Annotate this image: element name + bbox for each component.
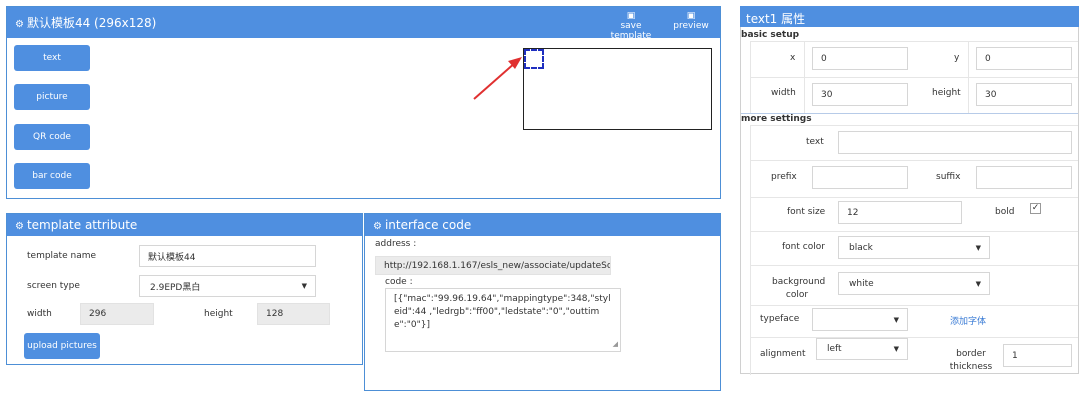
template-name-label: template name: [27, 251, 97, 261]
interface-code-title-text: interface code: [384, 218, 472, 232]
y-input[interactable]: 0: [976, 47, 1072, 70]
editor-panel: ⚙ 默认模板44 (296x128) ▣ save template ▣ prev…: [6, 6, 721, 199]
border-thickness-label-line1: border: [956, 349, 986, 359]
gear-icon: ⚙: [15, 19, 24, 30]
chevron-down-icon: ▼: [975, 243, 981, 252]
picture-tool-button[interactable]: picture: [14, 84, 90, 110]
divider: [750, 125, 1078, 126]
y-label: y: [954, 53, 960, 63]
width-field: 296: [80, 303, 154, 325]
template-canvas[interactable]: [523, 48, 712, 130]
screen-type-select[interactable]: 2.9EPD黑白 ▼: [139, 275, 316, 297]
bold-checkbox[interactable]: ✓: [1030, 203, 1041, 214]
height-label: height: [204, 309, 233, 319]
template-attribute-title-text: template attribute: [26, 218, 138, 232]
interface-code-header: ⚙ interface code: [365, 214, 720, 236]
editor-header: ⚙ 默认模板44 (296x128) ▣ save template ▣ prev…: [7, 7, 720, 41]
border-thickness-input[interactable]: 1: [1003, 344, 1072, 367]
interface-code-title: ⚙ interface code: [373, 218, 471, 232]
save-icon: ▣: [626, 11, 636, 21]
bar-code-tool-button[interactable]: bar code: [14, 163, 90, 189]
chevron-down-icon: ▼: [893, 345, 899, 353]
background-color-label-line1: background: [772, 277, 826, 287]
screen-type-label: screen type: [27, 281, 80, 291]
prefix-label: prefix: [771, 172, 797, 182]
resize-handle-icon[interactable]: ◢: [613, 338, 618, 351]
text-input[interactable]: [838, 131, 1072, 154]
suffix-label: suffix: [936, 172, 961, 182]
border-thickness-label: border thickness: [941, 348, 1001, 374]
divider: [750, 41, 1078, 42]
divider: [750, 77, 1078, 78]
gear-icon: ⚙: [15, 221, 24, 232]
chevron-down-icon: ▼: [893, 315, 899, 324]
more-settings-heading: more settings: [741, 114, 812, 124]
alignment-select[interactable]: left ▼: [816, 338, 908, 360]
qr-code-tool-button[interactable]: QR code: [14, 124, 90, 150]
divider: [750, 197, 1078, 198]
properties-panel: text1 属性 basic setup x 0 y 0 width 30 he…: [740, 6, 1079, 375]
background-color-value: white: [849, 278, 874, 289]
chevron-down-icon: ▼: [301, 282, 307, 290]
divider: [750, 305, 1078, 306]
font-color-select[interactable]: black ▼: [838, 236, 990, 259]
alignment-label: alignment: [760, 349, 806, 359]
template-attribute-header: ⚙ template attribute: [7, 214, 362, 236]
screen-type-value: 2.9EPD黑白: [150, 282, 201, 293]
font-color-value: black: [849, 242, 873, 253]
divider: [750, 231, 1078, 232]
save-template-button[interactable]: ▣ save template: [599, 11, 663, 41]
height-input[interactable]: 30: [976, 83, 1072, 106]
background-color-select[interactable]: white ▼: [838, 272, 990, 295]
red-arrow: [473, 57, 522, 100]
typeface-label: typeface: [760, 314, 800, 324]
alignment-value: left: [827, 344, 842, 354]
properties-header: text1 属性: [740, 6, 1079, 27]
preview-icon: ▣: [686, 11, 696, 21]
font-color-label: font color: [782, 242, 825, 252]
suffix-input[interactable]: [976, 166, 1072, 189]
editor-title-text: 默认模板44 (296x128): [26, 16, 157, 30]
template-attribute-panel: ⚙ template attribute template name 默认模板44…: [6, 213, 363, 365]
preview-button[interactable]: ▣ preview: [671, 11, 711, 31]
font-size-input[interactable]: 12: [838, 201, 962, 224]
chevron-down-icon: ▼: [975, 279, 981, 288]
divider: [750, 337, 1078, 338]
text-label: text: [806, 137, 824, 147]
height-field: 128: [257, 303, 330, 325]
address-label: address :: [375, 239, 417, 249]
x-input[interactable]: 0: [812, 47, 908, 70]
code-label: code :: [385, 277, 413, 287]
add-font-link[interactable]: 添加字体: [950, 314, 986, 327]
code-text: [{"mac":"99.96.19.64","mappingtype":348,…: [394, 294, 611, 330]
width-label: width: [771, 88, 796, 98]
height-label: height: [932, 88, 961, 98]
text-tool-button[interactable]: text: [14, 45, 90, 71]
template-attribute-title: ⚙ template attribute: [15, 218, 137, 232]
properties-title: text1 属性: [746, 12, 806, 26]
border-thickness-label-line2: thickness: [949, 362, 993, 372]
background-color-label: background color: [772, 276, 826, 302]
background-color-label-line2: color: [785, 290, 809, 300]
divider: [750, 160, 1078, 161]
template-name-input[interactable]: 默认模板44: [139, 245, 316, 267]
basic-setup-heading: basic setup: [741, 30, 800, 40]
typeface-select[interactable]: ▼: [812, 308, 908, 331]
gear-icon: ⚙: [373, 221, 382, 232]
divider: [750, 265, 1078, 266]
preview-label: preview: [673, 21, 709, 31]
interface-code-panel: ⚙ interface code address : http://192.168…: [364, 213, 721, 391]
font-size-label: font size: [787, 207, 826, 217]
address-field[interactable]: http://192.168.1.167/esls_new/associate/…: [375, 256, 611, 275]
save-template-label: save template: [610, 21, 652, 41]
prefix-input[interactable]: [812, 166, 908, 189]
code-textarea[interactable]: [{"mac":"99.96.19.64","mappingtype":348,…: [385, 288, 621, 352]
upload-pictures-button[interactable]: upload pictures: [24, 333, 100, 359]
width-input[interactable]: 30: [812, 83, 908, 106]
bold-label: bold: [995, 207, 1015, 217]
editor-title: ⚙ 默认模板44 (296x128): [15, 14, 156, 31]
x-label: x: [790, 53, 796, 63]
width-label: width: [27, 309, 52, 319]
